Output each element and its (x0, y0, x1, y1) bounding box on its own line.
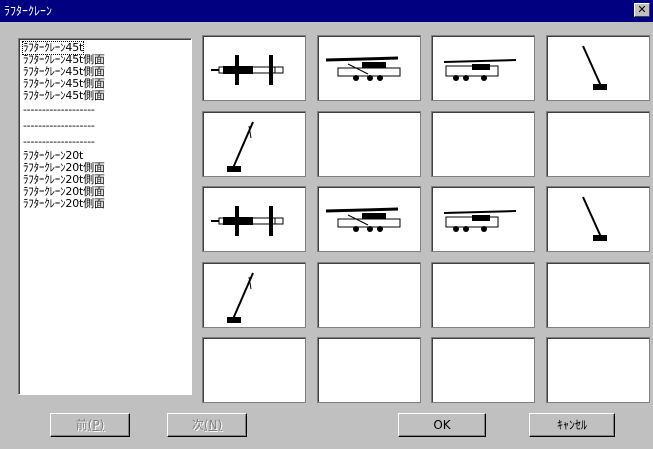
symbol-cell[interactable] (431, 337, 535, 403)
symbol-cell[interactable] (316, 110, 421, 177)
symbol-cell[interactable] (431, 186, 535, 252)
symbol-cell[interactable] (431, 110, 535, 177)
symbol-cell[interactable] (316, 337, 421, 403)
symbol-cell[interactable] (202, 337, 306, 403)
close-button[interactable]: ✕ (634, 3, 650, 17)
list-item[interactable]: ------------------- (23, 120, 95, 132)
symbol-cell[interactable] (545, 186, 650, 252)
symbol-cell[interactable] (545, 337, 650, 403)
symbol-cell[interactable] (431, 35, 535, 101)
symbol-cell[interactable] (202, 186, 306, 252)
list-item[interactable]: ------------------- (23, 136, 95, 148)
symbol-cell[interactable] (202, 261, 306, 328)
list-item[interactable]: ------------------- (23, 104, 95, 116)
symbol-cell[interactable] (316, 35, 421, 101)
symbol-cell[interactable] (202, 110, 306, 177)
ok-label: OK (433, 418, 451, 432)
symbol-cell[interactable] (545, 110, 650, 177)
symbol-cell[interactable] (545, 35, 650, 101)
prev-label: 前 (75, 418, 88, 432)
symbol-cell[interactable] (545, 261, 650, 328)
prev-button[interactable]: 前(P) (50, 413, 130, 437)
next-label: 次 (191, 418, 204, 432)
list-item[interactable]: ﾗﾌﾀｰｸﾚｰﾝ45t側面 (23, 90, 105, 102)
symbol-cell[interactable] (431, 261, 535, 328)
crane-dialog: ﾗﾌﾀｰｸﾚｰﾝ ✕ ﾗﾌﾀｰｸﾚｰﾝ45t ﾗﾌﾀｰｸﾚｰﾝ45t側面 ﾗﾌﾀｰｸ… (0, 0, 653, 449)
symbol-cell[interactable] (316, 186, 421, 252)
next-button[interactable]: 次(N) (167, 413, 247, 437)
symbol-listbox[interactable]: ﾗﾌﾀｰｸﾚｰﾝ45t ﾗﾌﾀｰｸﾚｰﾝ45t側面 ﾗﾌﾀｰｸﾚｰﾝ45t側面 ﾗﾌﾀ… (18, 38, 192, 395)
prev-accel: (P) (87, 418, 105, 432)
cancel-label: ｷｬﾝｾﾙ (556, 418, 587, 432)
cancel-button[interactable]: ｷｬﾝｾﾙ (529, 413, 615, 437)
ok-button[interactable]: OK (398, 413, 486, 437)
next-accel: (N) (203, 418, 223, 432)
window-title: ﾗﾌﾀｰｸﾚｰﾝ (4, 4, 53, 18)
symbol-cell[interactable] (202, 35, 306, 101)
title-bar[interactable]: ﾗﾌﾀｰｸﾚｰﾝ ✕ (0, 0, 653, 22)
close-icon: ✕ (637, 3, 647, 16)
list-item[interactable]: ﾗﾌﾀｰｸﾚｰﾝ20t側面 (23, 198, 105, 210)
symbol-cell[interactable] (316, 261, 421, 328)
